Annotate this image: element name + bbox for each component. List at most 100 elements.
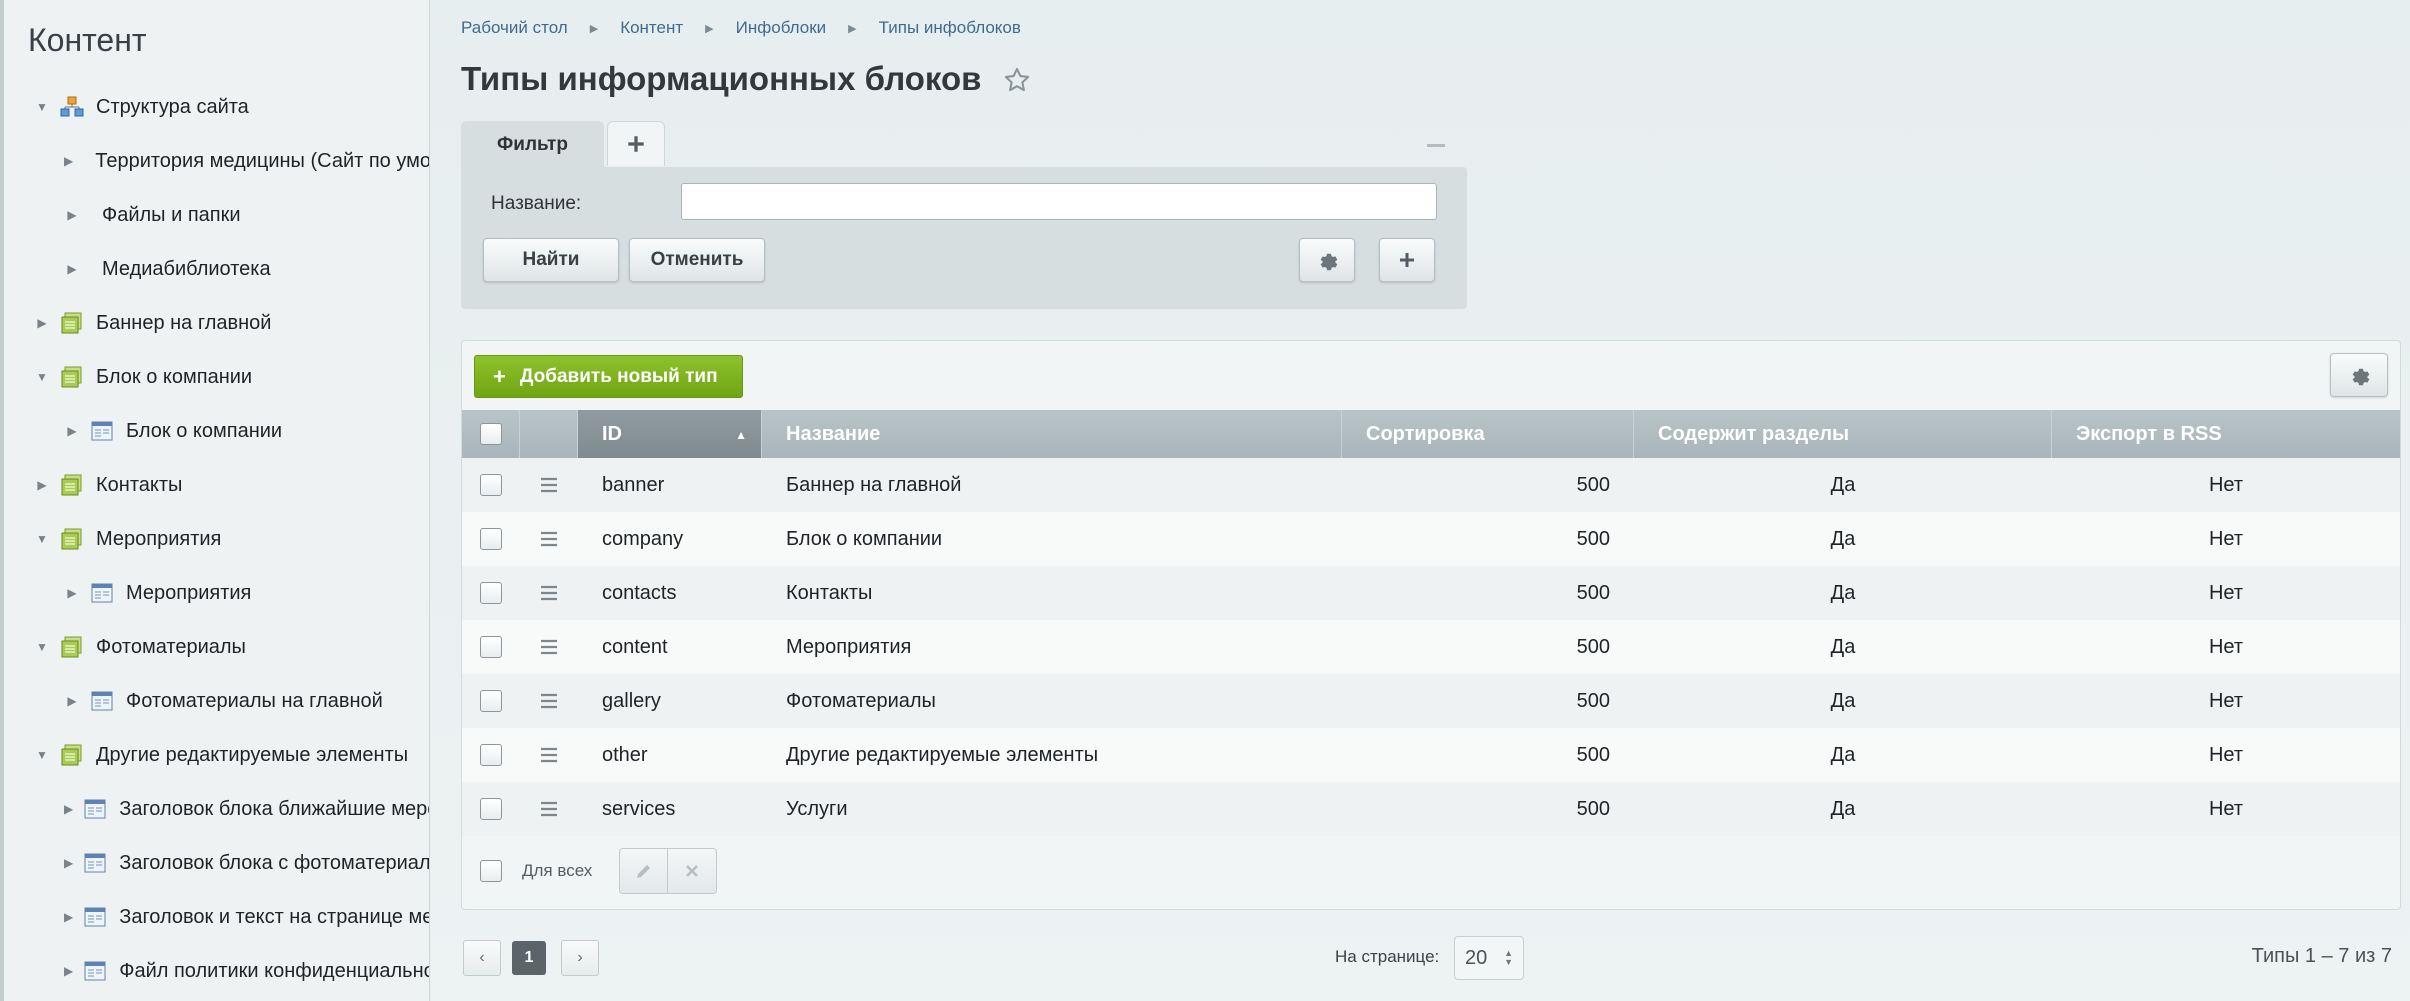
sidebar-tree-item-label: Блок о компании: [126, 419, 283, 442]
select-all-checkbox[interactable]: [479, 423, 502, 445]
cell-rss: Нет: [2208, 581, 2244, 604]
table-row[interactable]: gallery Фотоматериалы 500 Да Нет: [462, 674, 2400, 728]
group-delete-button[interactable]: [668, 849, 716, 893]
find-button[interactable]: Найти: [483, 238, 619, 282]
table-row[interactable]: content Мероприятия 500 Да Нет: [462, 620, 2400, 674]
pencil-icon: [636, 865, 650, 878]
column-header-sections[interactable]: Содержит разделы: [1634, 410, 2052, 458]
row-checkbox[interactable]: [480, 798, 502, 820]
sidebar-tree-item[interactable]: ▶ Заголовок блока с фотоматериал: [4, 836, 429, 890]
hamburger-menu-icon[interactable]: [539, 477, 559, 493]
sidebar-tree-item[interactable]: ▼ Мероприятия: [4, 512, 429, 566]
breadcrumb-infoblocks[interactable]: Инфоблоки: [736, 18, 827, 38]
grid-settings-button[interactable]: [2330, 353, 2388, 397]
hamburger-menu-icon[interactable]: [539, 531, 559, 547]
group-edit-button[interactable]: [620, 849, 669, 893]
column-header-id[interactable]: ID ▲: [578, 410, 762, 458]
cancel-button[interactable]: Отменить: [629, 238, 765, 282]
row-checkbox[interactable]: [480, 636, 502, 658]
cell-name: Мероприятия: [786, 635, 912, 658]
chevron-right-icon[interactable]: ▶: [64, 423, 80, 439]
breadcrumb-content[interactable]: Контент: [620, 18, 683, 38]
row-checkbox[interactable]: [480, 744, 502, 766]
sidebar-tree-item[interactable]: ▶ Файлы и папки: [4, 188, 429, 242]
sidebar-tree-item[interactable]: ▶ Файл политики конфиденциально: [4, 944, 429, 998]
filter-add-field-button[interactable]: [1379, 238, 1435, 282]
row-select-cell: [462, 674, 520, 728]
sidebar-tree-item[interactable]: ▶ Фотоматериалы на главной: [4, 674, 429, 728]
breadcrumb-infoblock-types[interactable]: Типы инфоблоков: [879, 18, 1021, 38]
sidebar-tree-item[interactable]: ▼ Фотоматериалы: [4, 620, 429, 674]
chevron-right-icon[interactable]: ▶: [64, 963, 73, 979]
add-new-type-button[interactable]: + Добавить новый тип: [474, 355, 743, 398]
for-all-checkbox[interactable]: [480, 860, 502, 882]
next-page-button[interactable]: ›: [561, 940, 599, 976]
sidebar-tree-item[interactable]: ▶ Баннер на главной: [4, 296, 429, 350]
chevron-down-icon[interactable]: ▼: [34, 747, 50, 763]
chevron-right-icon[interactable]: ▶: [64, 261, 80, 277]
row-checkbox[interactable]: [480, 474, 502, 496]
table-row[interactable]: services Услуги 500 Да Нет: [462, 782, 2400, 836]
column-header-name[interactable]: Название: [762, 410, 1342, 458]
sidebar-tree-item[interactable]: ▼ Другие редактируемые элементы: [4, 728, 429, 782]
filter-settings-button[interactable]: [1299, 238, 1355, 282]
breadcrumb-desktop[interactable]: Рабочий стол: [461, 18, 568, 38]
table-row[interactable]: other Другие редактируемые элементы 500 Да Н…: [462, 728, 2400, 782]
add-filter-tab[interactable]: [607, 121, 665, 166]
sidebar-tree-item[interactable]: ▼ Блок о компании: [4, 350, 429, 404]
sidebar-tree-item[interactable]: ▼ Структура сайта: [4, 80, 429, 134]
sidebar-tree-item[interactable]: ▶ Заголовок блока ближайшие меро: [4, 782, 429, 836]
row-actions-cell: [520, 674, 578, 728]
hamburger-menu-icon[interactable]: [539, 801, 559, 817]
per-page-select[interactable]: 20 ▲ ▼: [1454, 936, 1524, 980]
column-header-id-label: ID: [602, 422, 622, 445]
hamburger-menu-icon[interactable]: [539, 693, 559, 709]
chevron-down-icon[interactable]: ▼: [34, 369, 50, 385]
current-page[interactable]: 1: [512, 941, 546, 975]
sidebar-tree-item-label: Территория медицины (Сайт по умол: [95, 149, 430, 172]
prev-page-button[interactable]: ‹: [463, 940, 501, 976]
table-body: banner Баннер на главной 500 Да Нет company Бл…: [462, 458, 2400, 836]
iblock-type-icon: [60, 473, 84, 497]
row-checkbox[interactable]: [480, 690, 502, 712]
column-header-sort[interactable]: Сортировка: [1342, 410, 1634, 458]
sidebar-tree-item[interactable]: ▶ Заголовок и текст на странице ме: [4, 890, 429, 944]
cell-sort: 500: [1576, 473, 1610, 496]
cell-sections: Да: [1830, 797, 1856, 820]
hamburger-menu-icon[interactable]: [539, 639, 559, 655]
chevron-right-icon[interactable]: ▶: [64, 855, 73, 871]
table-row[interactable]: banner Баннер на главной 500 Да Нет: [462, 458, 2400, 512]
table-row[interactable]: company Блок о компании 500 Да Нет: [462, 512, 2400, 566]
iblock-icon: [83, 959, 107, 983]
chevron-down-icon[interactable]: ▼: [34, 99, 50, 115]
row-actions-cell: [520, 782, 578, 836]
chevron-right-icon[interactable]: ▶: [64, 693, 80, 709]
chevron-down-icon[interactable]: ▼: [34, 639, 50, 655]
iblock-type-icon: [60, 635, 84, 659]
hamburger-menu-icon[interactable]: [539, 585, 559, 601]
chevron-right-icon[interactable]: ▶: [34, 315, 50, 331]
sidebar-tree-item[interactable]: ▶ Территория медицины (Сайт по умол: [4, 134, 429, 188]
favorite-star-icon[interactable]: [1003, 66, 1031, 99]
chevron-right-icon[interactable]: ▶: [64, 585, 80, 601]
cell-rss: Нет: [2208, 689, 2244, 712]
row-select-cell: [462, 782, 520, 836]
column-header-rss[interactable]: Экспорт в RSS: [2052, 410, 2400, 458]
chevron-down-icon[interactable]: ▼: [34, 531, 50, 547]
sidebar-tree-item[interactable]: ▶ Мероприятия: [4, 566, 429, 620]
chevron-right-icon[interactable]: ▶: [34, 477, 50, 493]
sidebar-tree-item[interactable]: ▶ Медиабиблиотека: [4, 242, 429, 296]
sidebar-tree-item[interactable]: ▶ Блок о компании: [4, 404, 429, 458]
filter-tab[interactable]: Фильтр: [461, 121, 604, 168]
chevron-right-icon[interactable]: ▶: [64, 153, 73, 169]
chevron-right-icon[interactable]: ▶: [64, 801, 73, 817]
filter-minimize-button[interactable]: [1427, 144, 1445, 147]
row-checkbox[interactable]: [480, 528, 502, 550]
sidebar-tree-item[interactable]: ▶ Контакты: [4, 458, 429, 512]
hamburger-menu-icon[interactable]: [539, 747, 559, 763]
table-row[interactable]: contacts Контакты 500 Да Нет: [462, 566, 2400, 620]
chevron-right-icon[interactable]: ▶: [64, 909, 73, 925]
filter-name-input[interactable]: [681, 183, 1437, 220]
chevron-right-icon[interactable]: ▶: [64, 207, 80, 223]
row-checkbox[interactable]: [480, 582, 502, 604]
